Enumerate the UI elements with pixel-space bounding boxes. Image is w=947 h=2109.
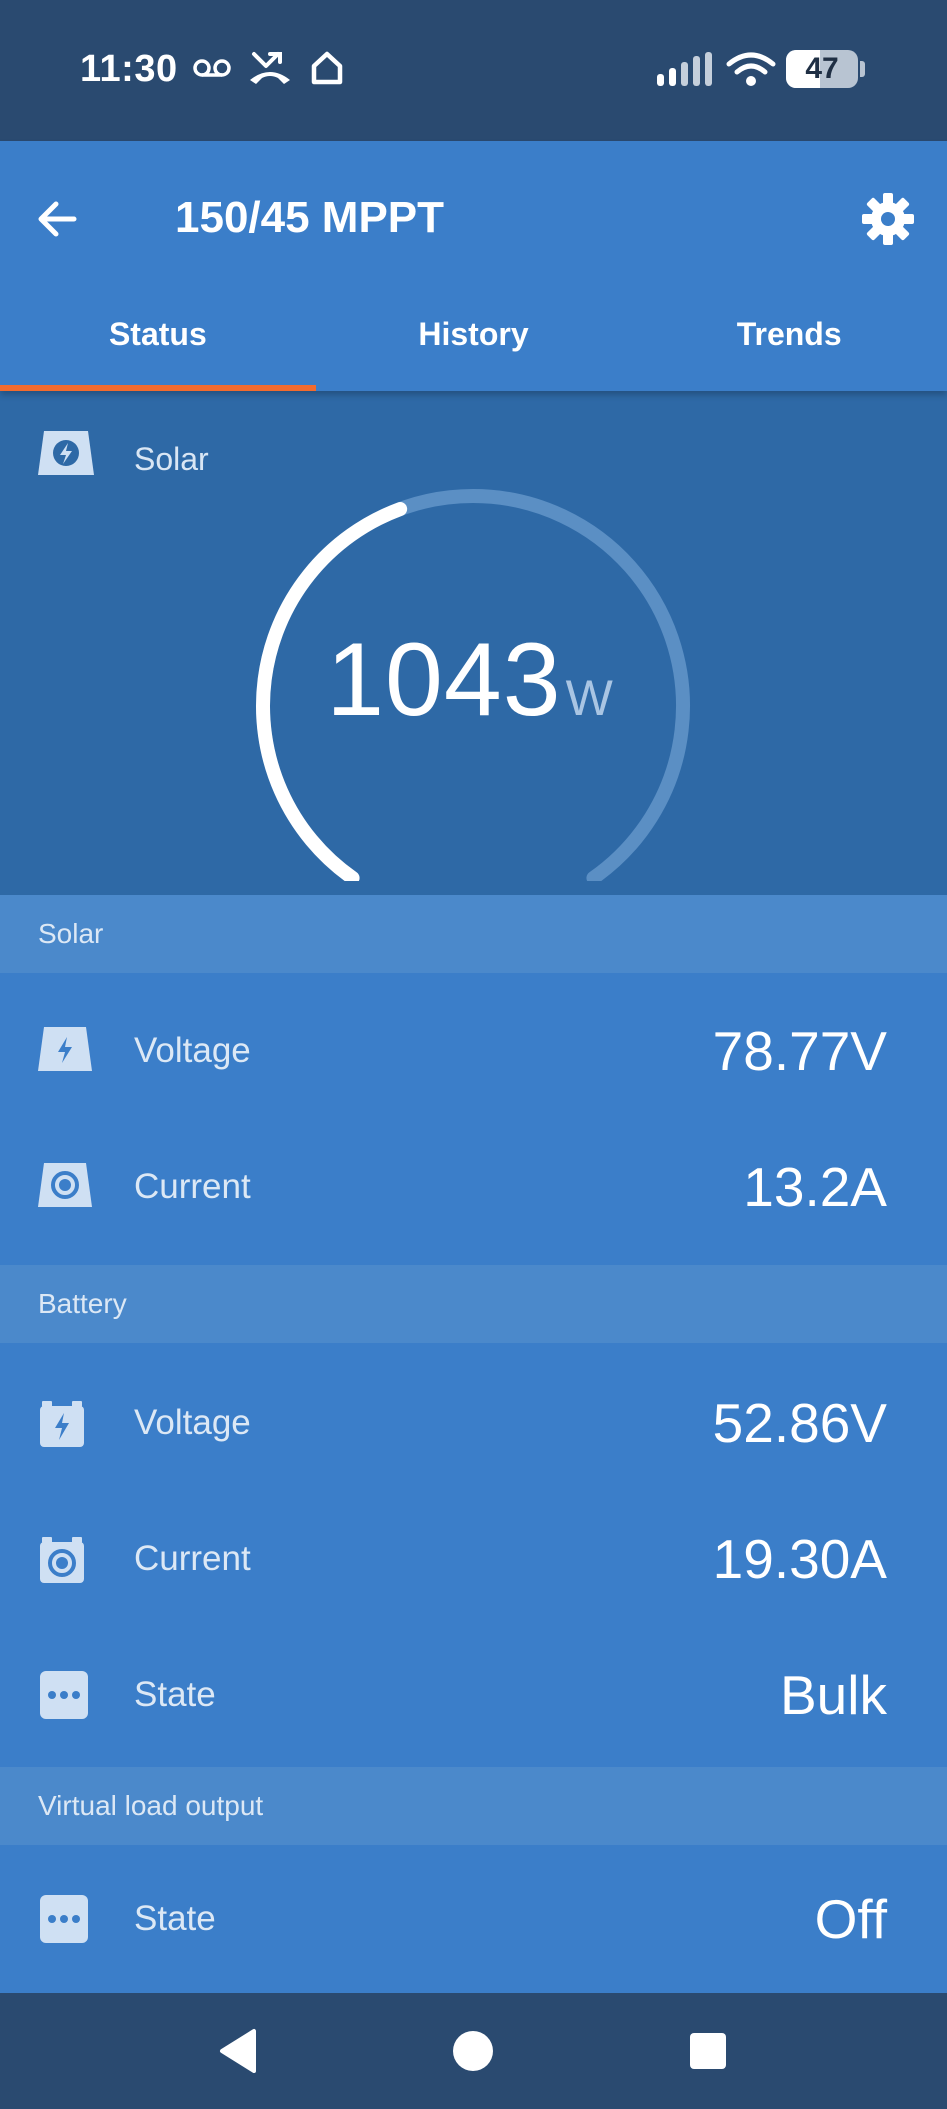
more-dots-icon [40,1671,88,1719]
row-label: State [134,1675,216,1714]
section-header-load: Virtual load output [0,1767,947,1845]
solar-label: Solar [134,441,209,477]
recents-square-icon[interactable] [686,2025,730,2077]
app-screen: 11:30 47 150/45 MPPT Status History Tren… [0,0,947,2109]
missed-call-icon [250,52,290,84]
row-label: Voltage [134,1403,251,1442]
list-item-battery-voltage: Voltage 52.86V [0,1355,947,1491]
battery-icon: 47 [786,48,866,90]
section-load: State Off [0,1845,947,1993]
row-value: 78.77V [712,1020,887,1082]
gear-icon[interactable] [860,191,916,247]
battery-bolt-icon [40,1401,84,1447]
wifi-icon [726,52,776,86]
back-triangle-icon[interactable] [216,2025,260,2077]
power-value: 1043 [326,622,562,738]
solar-panel-bolt-icon [38,1027,92,1071]
row-label: Current [134,1539,251,1578]
section-header-battery: Battery [0,1265,947,1343]
app-bar: 150/45 MPPT Status History Trends [0,141,947,391]
row-value: 19.30A [712,1528,887,1590]
battery-current-icon [40,1537,84,1583]
row-label: Voltage [134,1031,251,1070]
row-label: State [134,1899,216,1938]
solar-panel-bolt-icon [38,431,94,475]
list-item-load-state: State Off [0,1851,947,1987]
tab-history[interactable]: History [316,301,632,391]
tab-bar: Status History Trends [0,301,947,391]
list-item-battery-state: State Bulk [0,1627,947,1763]
tab-trends[interactable]: Trends [631,301,947,391]
status-bar: 11:30 47 [0,0,947,141]
solar-power-card: Solar 1043W [0,391,947,895]
arrow-left-icon[interactable] [30,191,86,247]
tab-status[interactable]: Status [0,301,316,391]
more-dots-icon [40,1895,88,1943]
row-label: Current [134,1167,251,1206]
section-solar: Voltage 78.77V Current 13.2A [0,973,947,1265]
solar-panel-current-icon [38,1163,92,1207]
row-value: Bulk [780,1664,887,1726]
row-value: 52.86V [712,1392,887,1454]
section-header-solar: Solar [0,895,947,973]
page-title: 150/45 MPPT [175,193,445,242]
signal-icon [657,52,712,86]
row-value: Off [814,1888,887,1950]
list-item-solar-voltage: Voltage 78.77V [0,983,947,1119]
section-battery: Voltage 52.86V Current 19.30A State Bulk [0,1343,947,1767]
row-value: 13.2A [743,1156,887,1218]
system-nav-bar [0,1993,947,2109]
power-readout: 1043W [240,621,700,740]
list-item-battery-current: Current 19.30A [0,1491,947,1627]
voicemail-icon [193,59,231,77]
home-icon [311,51,343,85]
battery-level: 47 [805,52,839,85]
status-time: 11:30 [80,48,178,90]
list-item-solar-current: Current 13.2A [0,1119,947,1255]
home-circle-icon[interactable] [451,2025,495,2077]
power-unit: W [565,670,614,726]
